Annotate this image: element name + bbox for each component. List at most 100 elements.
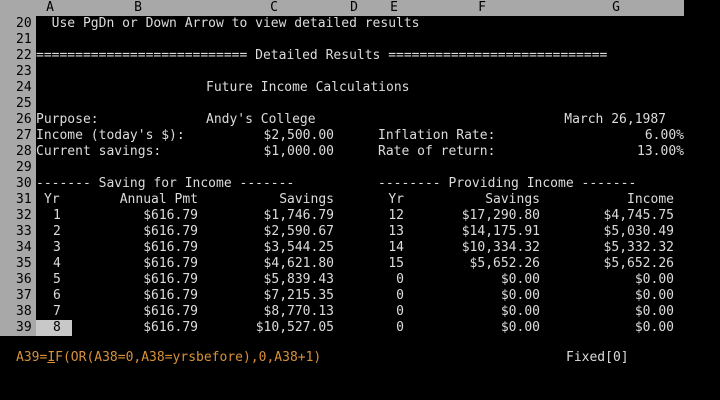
sheet-row: 29 [0,160,684,176]
row-number[interactable]: 23 [0,64,36,80]
cell-savings-providing[interactable]: $0.00 [430,304,540,320]
row-number[interactable]: 20 [0,16,36,32]
cell-income[interactable]: $0.00 [580,320,674,336]
formula-cell-ref: A39= [16,350,48,365]
cell-yr-providing[interactable]: 13 [366,224,404,240]
cell-annual-pmt[interactable]: $616.79 [96,240,198,256]
current-savings-label: Current savings: [36,144,162,159]
cell-savings[interactable]: $1,746.79 [236,208,334,224]
cell-income[interactable]: $5,332.32 [580,240,674,256]
cell-savings-providing[interactable]: $0.00 [430,320,540,336]
report-date[interactable]: March 26,1987 [540,112,666,128]
table-row: 37 6 $616.79 $7,215.35 0 $0.00 $0.00 [0,288,684,304]
row-number[interactable]: 21 [0,32,36,48]
column-label-income: Income [627,192,674,207]
cell-savings[interactable]: $3,544.25 [236,240,334,256]
saving-for-income-heading: ------- Saving for Income ------- [36,176,295,191]
cell-savings[interactable]: $2,590.67 [236,224,334,240]
purpose-value[interactable]: Andy's College [206,112,316,128]
cell-savings[interactable]: $8,770.13 [236,304,334,320]
selected-cell-yr[interactable]: 8 [36,320,72,336]
table-row: 38 7 $616.79 $8,770.13 0 $0.00 $0.00 [0,304,684,320]
cell-income[interactable]: $5,652.26 [580,256,674,272]
row-number[interactable]: 36 [0,272,36,288]
row-number[interactable]: 29 [0,160,36,176]
column-header-bar: A B C D E F G [0,0,684,16]
row-number[interactable]: 25 [0,96,36,112]
cell-income[interactable]: $4,745.75 [580,208,674,224]
cell-savings[interactable]: $10,527.05 [236,320,334,336]
cell-annual-pmt[interactable]: $616.79 [96,288,198,304]
cell-yr[interactable]: 6 [36,288,72,304]
cell-yr-providing[interactable]: 0 [366,272,404,288]
cell-yr[interactable]: 2 [36,224,72,240]
cell-yr[interactable]: 5 [36,272,72,288]
column-header-c[interactable]: C [264,0,284,16]
cell-annual-pmt[interactable]: $616.79 [96,256,198,272]
table-row: 35 4 $616.79 $4,621.80 15 $5,652.26 $5,652.26 [0,256,684,272]
cell-yr-providing[interactable]: 0 [366,288,404,304]
cell-yr[interactable]: 1 [36,208,72,224]
cell-income[interactable]: $0.00 [580,304,674,320]
row-number[interactable]: 31 [0,192,36,208]
cell-income[interactable]: $0.00 [580,288,674,304]
cell-yr-providing[interactable]: 14 [366,240,404,256]
row-number[interactable]: 27 [0,128,36,144]
sheet-row: 27 Income (today's $): $2,500.00 Inflati… [0,128,684,144]
cell-annual-pmt[interactable]: $616.79 [96,272,198,288]
cell-yr-providing[interactable]: 12 [366,208,404,224]
row-number[interactable]: 28 [0,144,36,160]
cell-annual-pmt[interactable]: $616.79 [96,304,198,320]
income-value[interactable]: $2,500.00 [236,128,334,144]
row-number[interactable]: 38 [0,304,36,320]
cell-yr-providing[interactable]: 0 [366,304,404,320]
row-number[interactable]: 34 [0,240,36,256]
row-number[interactable]: 39 [0,320,36,336]
sheet-row: 21 [0,32,684,48]
column-header-d[interactable]: D [344,0,364,16]
cell-yr-providing[interactable]: 0 [366,320,404,336]
spreadsheet-grid: 20 Use PgDn or Down Arrow to view detail… [0,16,684,336]
cell-savings[interactable]: $7,215.35 [236,288,334,304]
column-header-a[interactable]: A [40,0,60,16]
row-number[interactable]: 30 [0,176,36,192]
cell-annual-pmt[interactable]: $616.79 [96,224,198,240]
cell-yr[interactable]: 7 [36,304,72,320]
cell-savings-providing[interactable]: $17,290.80 [430,208,540,224]
cell-savings-providing[interactable]: $14,175.91 [430,224,540,240]
cell-savings-providing[interactable]: $0.00 [430,288,540,304]
row-number[interactable]: 32 [0,208,36,224]
sheet-row: 23 [0,64,684,80]
row-number[interactable]: 24 [0,80,36,96]
cell-savings[interactable]: $4,621.80 [236,256,334,272]
inflation-rate-value[interactable]: 6.00% [580,128,684,144]
cell-yr-providing[interactable]: 15 [366,256,404,272]
cell-income[interactable]: $5,030.49 [580,224,674,240]
cell-yr[interactable]: 3 [36,240,72,256]
cell-annual-pmt[interactable]: $616.79 [96,320,198,336]
row-number[interactable]: 22 [0,48,36,64]
formula-bar[interactable]: A39=IF(OR(A38=0,A38=yrsbefore),0,A38+1) [16,350,321,365]
rate-of-return-value[interactable]: 13.00% [580,144,684,160]
column-label-yr: Yr [44,192,60,207]
sheet-row: 26 Purpose: Andy's College March 26,1987 [0,112,684,128]
row-number[interactable]: 33 [0,224,36,240]
current-savings-value[interactable]: $1,000.00 [236,144,334,160]
column-header-e[interactable]: E [384,0,404,16]
cell-yr[interactable]: 4 [36,256,72,272]
column-header-f[interactable]: F [472,0,492,16]
sheet-row: 25 [0,96,684,112]
column-header-g[interactable]: G [606,0,626,16]
cell-savings[interactable]: $5,839.43 [236,272,334,288]
sheet-row: 31 Yr Annual Pmt Savings Yr Savings Inco… [0,192,684,208]
table-row: 34 3 $616.79 $3,544.25 14 $10,334.32 $5,332.32 [0,240,684,256]
cell-savings-providing[interactable]: $10,334.32 [430,240,540,256]
cell-annual-pmt[interactable]: $616.79 [96,208,198,224]
cell-savings-providing[interactable]: $0.00 [430,272,540,288]
cell-income[interactable]: $0.00 [580,272,674,288]
cell-savings-providing[interactable]: $5,652.26 [430,256,540,272]
row-number[interactable]: 26 [0,112,36,128]
row-number[interactable]: 37 [0,288,36,304]
column-header-b[interactable]: B [128,0,148,16]
row-number[interactable]: 35 [0,256,36,272]
